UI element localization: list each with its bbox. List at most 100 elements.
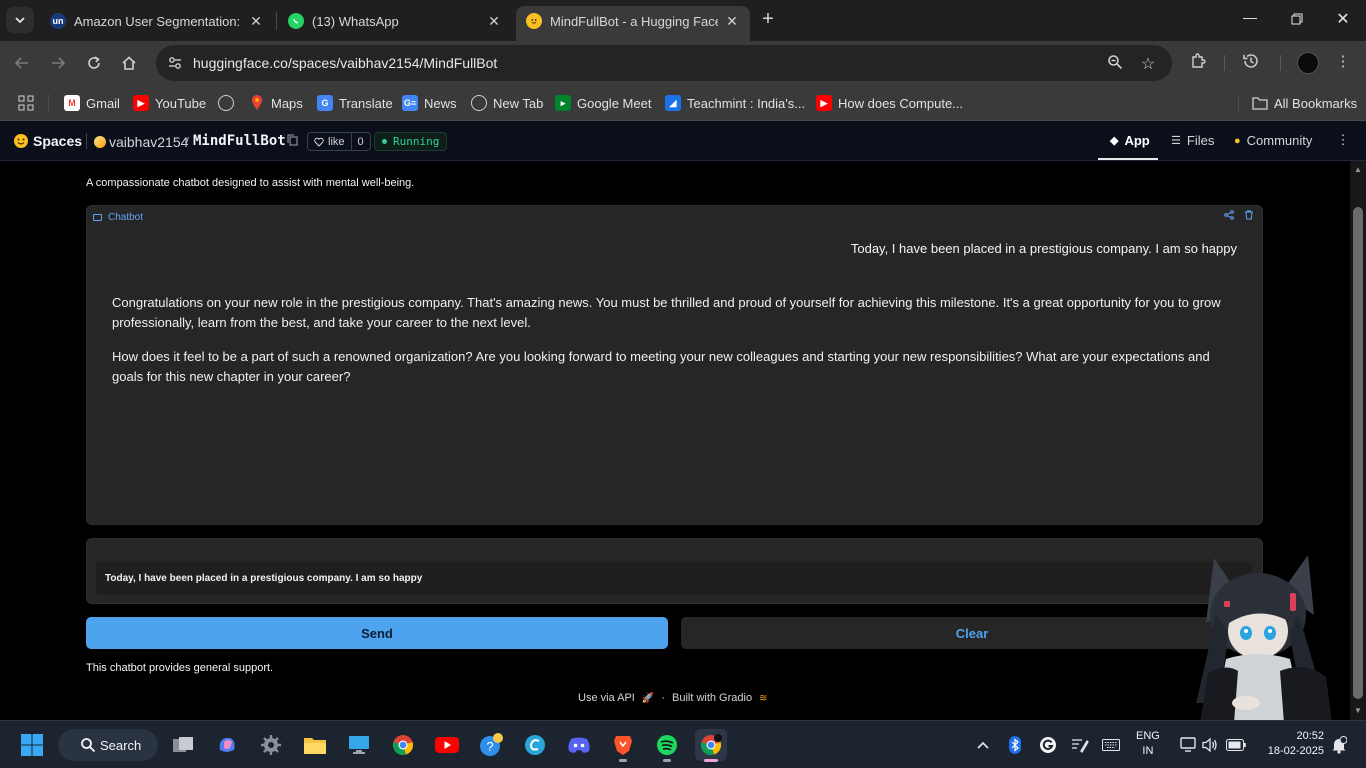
close-icon[interactable]: ✕ [724, 13, 740, 30]
windows-start-icon[interactable] [16, 729, 48, 761]
keyboard-icon[interactable] [1101, 735, 1121, 755]
page-scrollbar[interactable]: ▲ ▼ [1350, 161, 1366, 720]
bookmark-translate[interactable]: G Translate [317, 93, 393, 113]
chrome-icon[interactable] [387, 729, 419, 761]
bookmark-news[interactable]: G≡ News [402, 93, 457, 113]
desktop-app-icon[interactable] [343, 729, 375, 761]
scroll-thumb[interactable] [1353, 207, 1363, 699]
site-info-icon[interactable] [166, 54, 184, 72]
scroll-up-icon[interactable]: ▲ [1353, 165, 1363, 175]
all-bookmarks[interactable]: All Bookmarks [1252, 93, 1357, 113]
svg-text:?: ? [486, 739, 493, 754]
toolbar-divider [1224, 55, 1225, 71]
like-button[interactable]: like 0 [307, 132, 371, 151]
show-hidden-icons[interactable] [975, 735, 991, 755]
tab-app[interactable]: ◆ App [1110, 133, 1150, 148]
like-label: like [328, 135, 345, 148]
use-via-api-link[interactable]: Use via API [578, 692, 635, 704]
reload-icon[interactable] [81, 50, 107, 76]
trash-icon[interactable] [1242, 210, 1256, 224]
discord-icon[interactable] [563, 729, 595, 761]
display-icon[interactable] [1178, 735, 1198, 755]
settings-gear-icon[interactable] [255, 729, 287, 761]
close-icon[interactable]: ✕ [248, 13, 264, 30]
tab-amazon[interactable]: un Amazon User Segmentation: AI ✕ [40, 6, 274, 36]
bookmark-star-icon[interactable]: ☆ [1138, 54, 1158, 73]
copy-icon[interactable] [287, 134, 299, 148]
browser-menu-icon[interactable]: ⋮ [1332, 52, 1354, 74]
bookmark-how-does-compute[interactable]: ▶ How does Compute... [816, 93, 963, 113]
battery-icon[interactable] [1225, 735, 1247, 755]
bookmark-youtube[interactable]: ▶ YouTube [133, 93, 206, 113]
notification-bell-icon[interactable] [1330, 735, 1348, 755]
minimize-icon[interactable]: — [1238, 9, 1262, 31]
profile-avatar[interactable] [1297, 52, 1319, 74]
address-bar[interactable]: huggingface.co/spaces/vaibhav2154/MindFu… [156, 45, 1172, 81]
chrome-active-icon[interactable] [695, 729, 727, 762]
copilot-icon[interactable] [211, 729, 243, 761]
language-indicator[interactable]: ENG IN [1136, 729, 1160, 759]
zoom-icon[interactable] [1105, 54, 1125, 72]
bookmark-label: Maps [271, 95, 303, 111]
send-button[interactable]: Send [86, 617, 668, 649]
tab-title: MindFullBot - a Hugging Face S [550, 13, 718, 29]
folder-icon [1252, 95, 1268, 111]
clear-button[interactable]: Clear [681, 617, 1263, 649]
tab-title: (13) WhatsApp [312, 13, 399, 29]
more-options-icon[interactable]: ⋮ [1333, 131, 1353, 151]
translate-icon: G [317, 95, 333, 111]
brave-icon[interactable] [607, 729, 639, 762]
pen-menu-icon[interactable] [1070, 735, 1090, 755]
scroll-down-icon[interactable]: ▼ [1353, 706, 1363, 716]
bookmarks-divider [48, 94, 49, 112]
help-app-icon[interactable]: ? [475, 729, 507, 761]
chat-icon [93, 214, 102, 221]
youtube-app-icon[interactable] [431, 729, 463, 761]
tab-title: Amazon User Segmentation: AI [74, 13, 242, 29]
repo-name-link[interactable]: MindFullBot [193, 133, 286, 149]
new-tab-button[interactable]: + [756, 9, 780, 31]
back-icon[interactable] [9, 50, 35, 76]
canva-icon[interactable] [519, 729, 551, 761]
apps-grid-icon[interactable] [18, 93, 34, 113]
home-icon[interactable] [116, 50, 142, 76]
tab-files[interactable]: ☰ Files [1171, 133, 1214, 148]
bookmark-new-tab[interactable]: New Tab [471, 93, 543, 113]
share-icon[interactable] [1222, 210, 1236, 224]
extensions-icon[interactable] [1187, 52, 1209, 74]
history-icon[interactable] [1240, 52, 1262, 74]
close-icon[interactable]: ✕ [486, 13, 502, 30]
spaces-link[interactable]: Spaces [33, 133, 82, 149]
message-input[interactable] [96, 562, 1253, 595]
tab-search-button[interactable] [6, 7, 34, 33]
file-explorer-icon[interactable] [299, 729, 331, 761]
bluetooth-icon[interactable] [1006, 735, 1024, 755]
owner-link[interactable]: vaibhav2154 [109, 134, 188, 150]
grammarly-icon[interactable] [1038, 735, 1058, 755]
forward-icon[interactable] [45, 50, 71, 76]
tab-whatsapp[interactable]: (13) WhatsApp ✕ [278, 6, 512, 36]
volume-icon[interactable] [1200, 735, 1220, 755]
tab-mindfullbot[interactable]: MindFullBot - a Hugging Face S ✕ [516, 6, 750, 41]
bookmark-globe[interactable] [218, 93, 240, 113]
hugging-face-logo-icon[interactable] [13, 133, 29, 153]
tab-community[interactable]: ● Community [1234, 133, 1312, 148]
app-icon: ◆ [1110, 135, 1119, 147]
bookmark-label: News [424, 95, 457, 111]
close-window-icon[interactable]: ✕ [1331, 9, 1355, 31]
header-divider [86, 133, 87, 149]
bookmark-google-meet[interactable]: ▸ Google Meet [555, 93, 651, 113]
built-with-gradio-link[interactable]: Built with Gradio [672, 692, 752, 704]
bookmark-teachmint[interactable]: ◢ Teachmint : India's... [665, 93, 805, 113]
system-clock[interactable]: 20:52 18-02-2025 [1258, 729, 1324, 759]
status-badge[interactable]: Running [374, 132, 448, 151]
taskbar-search[interactable]: Search [58, 729, 158, 761]
region-code: IN [1142, 745, 1154, 757]
bookmarks-bar: M Gmail ▶ YouTube Maps G Translate G≡ Ne… [0, 85, 1366, 121]
task-view-icon[interactable] [167, 729, 199, 761]
bookmark-maps[interactable]: Maps [249, 93, 303, 113]
url-text[interactable]: huggingface.co/spaces/vaibhav2154/MindFu… [193, 55, 497, 71]
spotify-icon[interactable] [651, 729, 683, 762]
restore-icon[interactable] [1285, 9, 1309, 31]
bookmark-gmail[interactable]: M Gmail [64, 93, 120, 113]
